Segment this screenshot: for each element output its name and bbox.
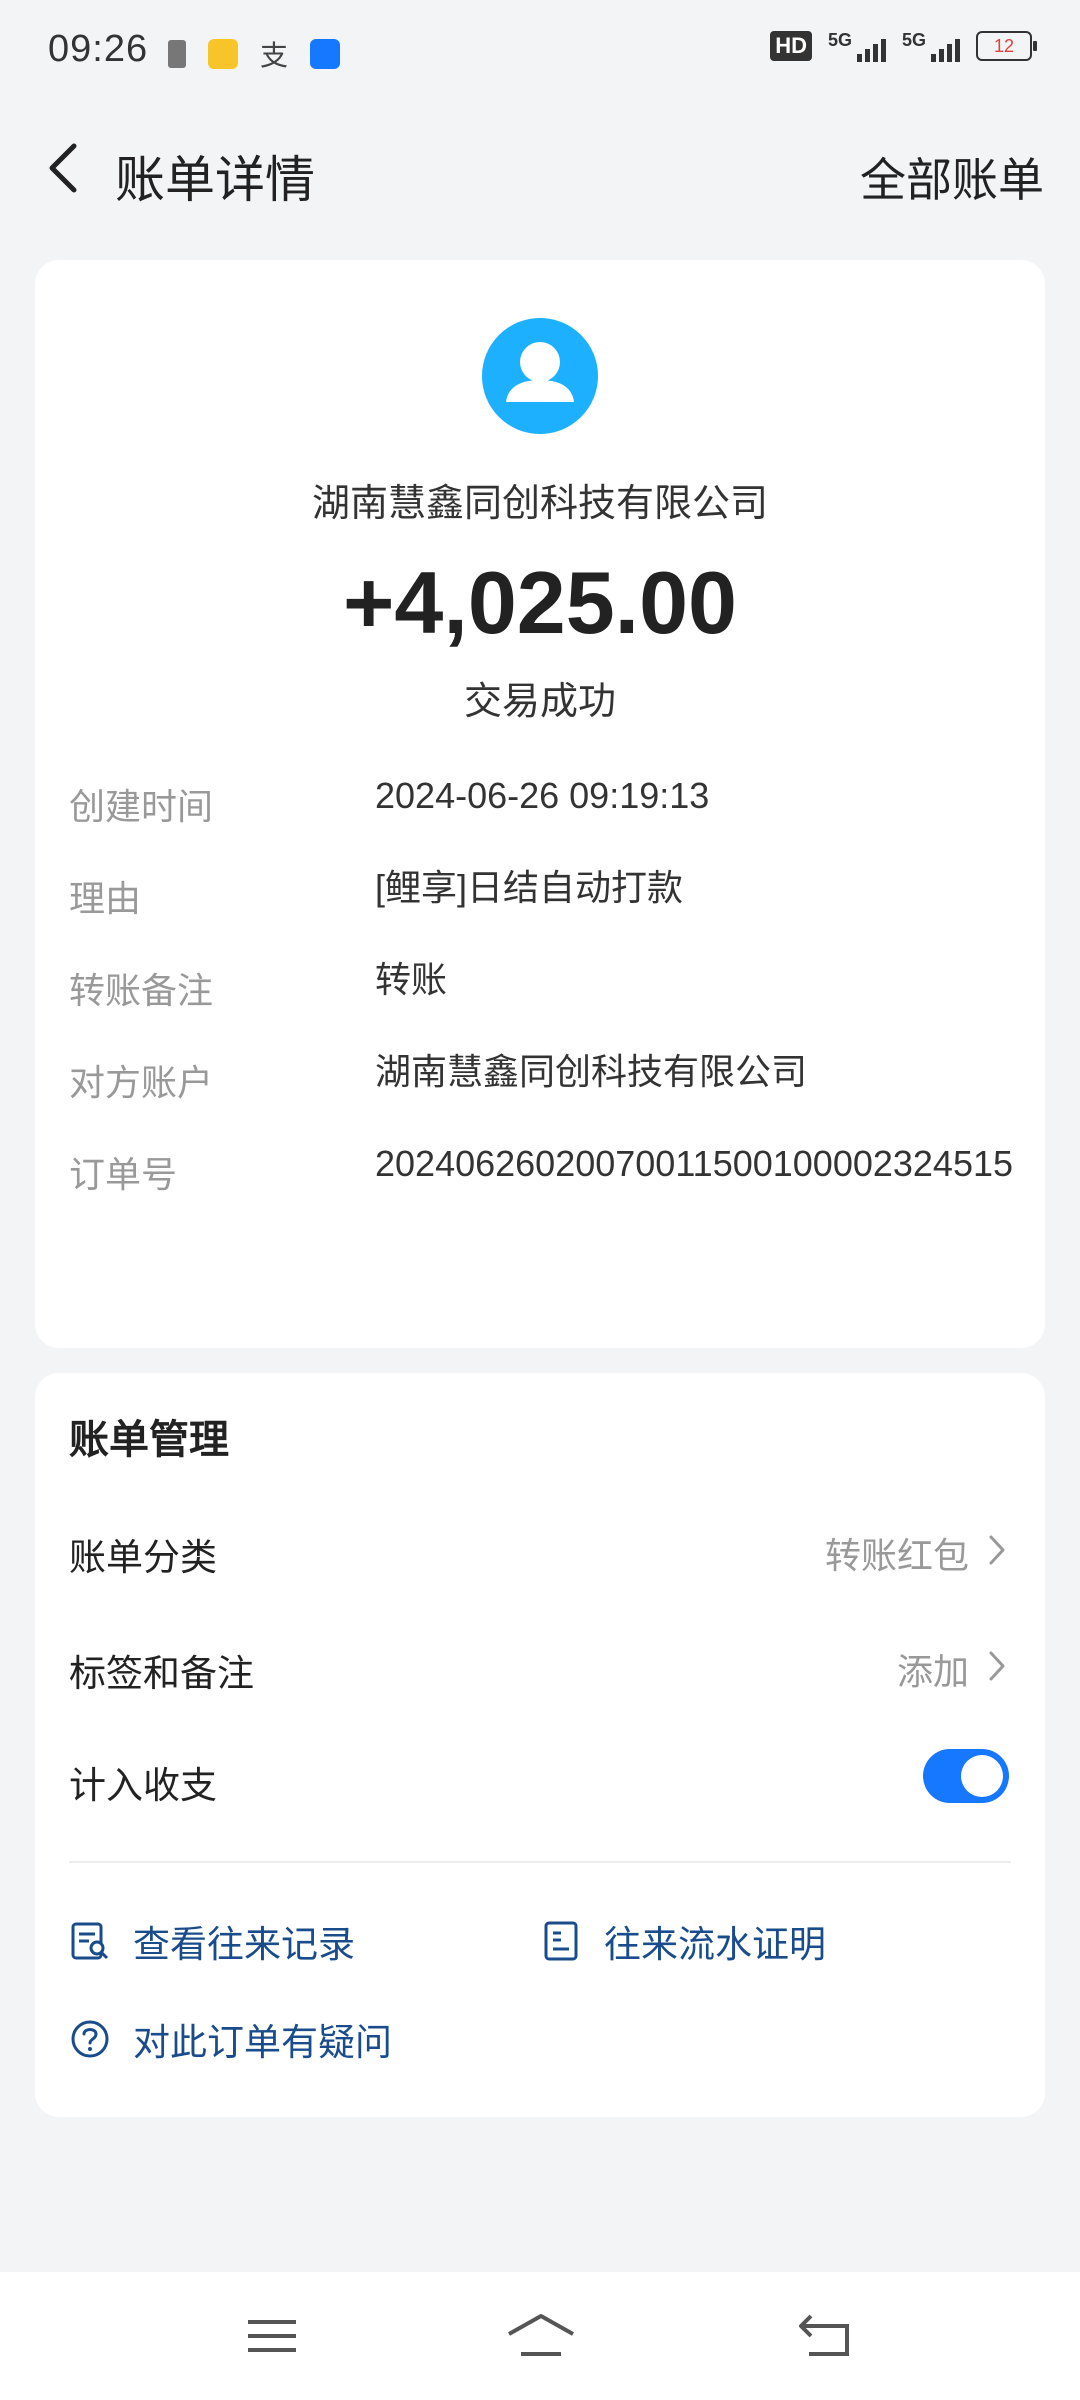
hd-icon: HD xyxy=(770,31,812,61)
detail-value: [鲤享]日结自动打款 xyxy=(375,867,684,908)
question-circle-icon xyxy=(71,2020,109,2058)
document-icon xyxy=(544,1921,578,1961)
records-search-icon xyxy=(71,1922,109,1960)
app-notification-icon xyxy=(208,39,238,69)
tags-remark-value: 添加 xyxy=(896,1651,969,1692)
tags-remark-row[interactable]: 标签和备注 添加 xyxy=(69,1635,1009,1695)
flow-proof-label: 往来流水证明 xyxy=(604,1924,826,1965)
include-in-stats-label: 计入收支 xyxy=(69,1765,217,1806)
app-notification-icon-2 xyxy=(310,39,341,69)
page-title: 账单详情 xyxy=(115,152,315,208)
status-bar: 09:26 支 HD 5G 5G 12 xyxy=(0,0,1080,100)
home-icon[interactable] xyxy=(505,2310,577,2362)
battery-saver-icon xyxy=(168,40,186,68)
order-question-label: 对此订单有疑问 xyxy=(133,2022,392,2063)
detail-label: 创建时间 xyxy=(69,786,214,827)
include-in-stats-row: 计入收支 xyxy=(69,1747,1009,1807)
detail-label: 对方账户 xyxy=(69,1062,214,1103)
view-records-label: 查看往来记录 xyxy=(133,1924,355,1965)
detail-label: 理由 xyxy=(69,878,142,919)
detail-value: 2024-06-26 09:19:13 xyxy=(375,775,710,816)
signal-icon-1: 5G xyxy=(828,30,886,62)
alipay-notification-icon: 支 xyxy=(260,40,289,71)
transaction-status: 交易成功 xyxy=(463,681,616,723)
chevron-right-icon xyxy=(989,1651,1005,1681)
payer-name: 湖南慧鑫同创科技有限公司 xyxy=(311,483,768,525)
transaction-amount: +4,025.00 xyxy=(343,553,737,652)
detail-label: 订单号 xyxy=(69,1154,178,1195)
avatar xyxy=(482,318,598,434)
status-right-icons: HD 5G 5G 12 xyxy=(770,30,1037,62)
detail-label: 转账备注 xyxy=(69,970,214,1011)
signal-icon-2: 5G xyxy=(902,30,960,62)
section-title: 账单管理 xyxy=(69,1418,229,1462)
chevron-right-icon xyxy=(989,1535,1005,1565)
all-bills-link[interactable]: 全部账单 xyxy=(860,144,1044,210)
detail-value[interactable]: 20240626020070011500100002324515 xyxy=(375,1134,1015,1194)
detail-value: 转账 xyxy=(375,959,448,1000)
bill-category-label: 账单分类 xyxy=(69,1537,217,1578)
view-records-link[interactable]: 查看往来记录 xyxy=(69,1913,355,1969)
back-icon[interactable] xyxy=(795,2310,855,2362)
bill-category-value: 转账红包 xyxy=(824,1535,969,1576)
detail-value[interactable]: 湖南慧鑫同创科技有限公司 xyxy=(375,1042,1015,1102)
include-in-stats-toggle[interactable] xyxy=(923,1749,1009,1803)
bill-category-row[interactable]: 账单分类 转账红包 xyxy=(69,1519,1009,1579)
status-time: 09:26 xyxy=(48,28,149,70)
order-question-link[interactable]: 对此订单有疑问 xyxy=(69,2011,392,2067)
tags-remark-label: 标签和备注 xyxy=(69,1653,254,1694)
back-arrow-icon[interactable] xyxy=(40,140,96,196)
app-header: 账单详情 全部账单 xyxy=(0,118,1080,218)
divider xyxy=(69,1861,1011,1863)
user-silhouette-icon xyxy=(506,342,574,402)
flow-proof-link[interactable]: 往来流水证明 xyxy=(540,1913,826,1969)
system-nav-bar xyxy=(0,2272,1080,2400)
transaction-card: 湖南慧鑫同创科技有限公司 +4,025.00 交易成功 创建时间 2024-06… xyxy=(35,260,1045,1348)
menu-icon[interactable] xyxy=(242,2310,302,2362)
bill-management-card: 账单管理 账单分类 转账红包 标签和备注 添加 计入收支 查看往来记录 往来流水… xyxy=(35,1373,1045,2117)
status-notification-icons: 支 xyxy=(168,34,341,74)
battery-icon: 12 xyxy=(976,31,1037,61)
toggle-knob xyxy=(961,1755,1003,1797)
